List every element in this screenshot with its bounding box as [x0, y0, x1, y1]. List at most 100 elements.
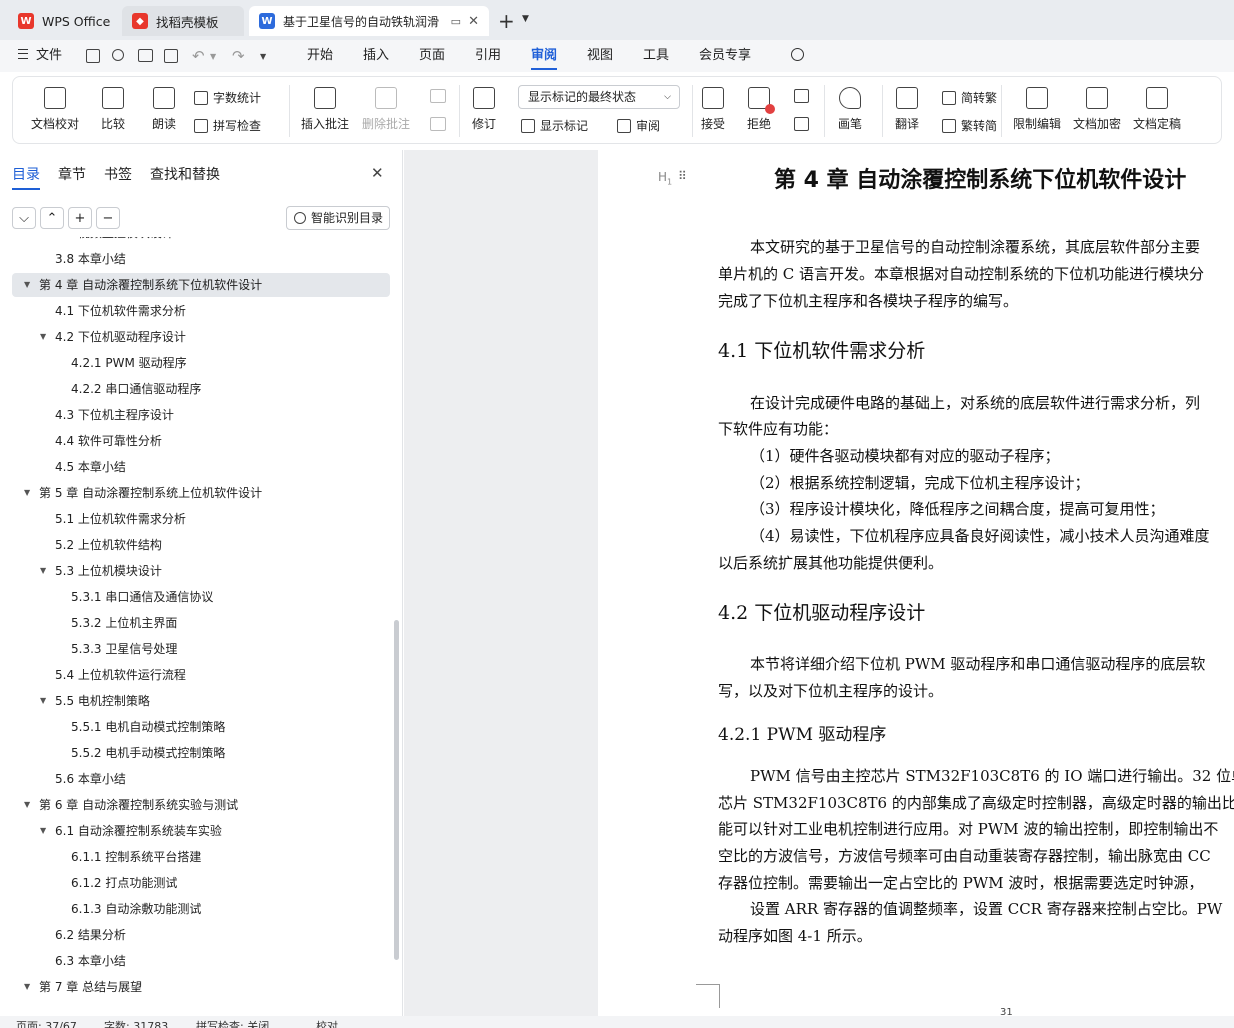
expand-arrow-icon[interactable]: ▼ [24, 481, 30, 505]
add-toc-button[interactable]: + [68, 207, 92, 229]
expand-up-button[interactable]: ⌃ [40, 207, 64, 229]
collapse-button[interactable]: ⌵ [12, 207, 36, 229]
show-markup-button[interactable]: 显示标记 [521, 117, 588, 134]
toc-item[interactable]: 6.1.3 自动涂敷功能测试 [12, 897, 390, 921]
panel-tab-chapter[interactable]: 章节 [58, 164, 86, 184]
draw-button[interactable]: 画笔 [838, 87, 862, 132]
toc-item[interactable]: 5.5.2 电机手动模式控制策略 [12, 741, 390, 765]
toc-item[interactable]: 4.4 软件可靠性分析 [12, 429, 390, 453]
toc-item[interactable]: 5.3.1 串口通信及通信协议 [12, 585, 390, 609]
revise-button[interactable]: 修订 [472, 87, 496, 132]
document-page[interactable]: H1 ⠿ 第 4 章 自动涂覆控制系统下位机软件设计 本文研究的基于卫星信号的自… [598, 150, 1234, 1016]
toc-item[interactable]: 5.4 上位机软件运行流程 [12, 663, 390, 687]
hamburger-icon[interactable] [18, 49, 28, 59]
to-simp-button[interactable]: 繁转简 [942, 117, 997, 134]
toc-item[interactable]: ▼ 4.2 下位机驱动程序设计 [12, 325, 390, 349]
toc-item[interactable]: 5.3.3 卫星信号处理 [12, 637, 390, 661]
toc-item[interactable]: ▼ 5.5 电机控制策略 [12, 689, 390, 713]
read-aloud-button[interactable]: 朗读 [152, 87, 176, 132]
delete-comment-button[interactable]: 删除批注 [362, 87, 410, 132]
word-count-status[interactable]: 字数: 31783 [104, 1018, 168, 1028]
menu-review[interactable]: 审阅 [531, 40, 558, 72]
file-menu[interactable]: 文件 [36, 40, 62, 72]
to-trad-button[interactable]: 简转繁 [942, 89, 997, 106]
remove-toc-button[interactable]: − [96, 207, 120, 229]
toc-item[interactable]: 5.1 上位机软件需求分析 [12, 507, 390, 531]
toc-item[interactable]: 6.3 本章小结 [12, 949, 390, 973]
translate-button[interactable]: 翻译 [895, 87, 919, 132]
page-status[interactable]: 页面: 37/67 [16, 1018, 77, 1028]
prev-change-icon[interactable] [794, 89, 809, 103]
next-comment-icon[interactable] [430, 117, 446, 131]
share-icon[interactable] [112, 49, 124, 61]
tab-document[interactable]: W 基于卫星信号的自动铁轨润滑 ▭ ✕ [249, 6, 489, 36]
toc-item[interactable]: 6.1.1 控制系统平台搭建 [12, 845, 390, 869]
toc-item[interactable]: ▼ 第 4 章 自动涂覆控制系统下位机软件设计 [12, 273, 390, 297]
menu-tools[interactable]: 工具 [643, 40, 669, 72]
spell-check-button[interactable]: 拼写检查 [194, 117, 261, 134]
prev-comment-icon[interactable] [430, 89, 446, 103]
toc-item[interactable]: 4.5 本章小结 [12, 455, 390, 479]
expand-arrow-icon[interactable]: ▼ [40, 325, 46, 349]
save-icon[interactable] [86, 49, 100, 63]
tab-list-chevron-icon[interactable]: ▼ [522, 14, 529, 24]
menu-reference[interactable]: 引用 [475, 40, 501, 72]
menu-member[interactable]: 会员专享 [699, 40, 751, 72]
redo-icon[interactable]: ↷ [232, 47, 245, 65]
toc-item[interactable]: 6.1.2 打点功能测试 [12, 871, 390, 895]
toc-item[interactable]: 5.5.1 电机自动模式控制策略 [12, 715, 390, 739]
new-tab-button[interactable]: + [498, 9, 515, 33]
expand-arrow-icon[interactable]: ▼ [40, 689, 46, 713]
more-chevron-icon[interactable]: ▼ [260, 52, 266, 61]
toc-item[interactable]: 5.6 本章小结 [12, 767, 390, 791]
menu-view[interactable]: 视图 [587, 40, 613, 72]
compare-button[interactable]: 比较 [101, 87, 125, 132]
menu-insert[interactable]: 插入 [363, 40, 389, 72]
tab-wps-office[interactable]: W WPS Office [8, 6, 118, 36]
search-icon[interactable] [791, 48, 804, 61]
undo-icon[interactable]: ↶ [192, 47, 205, 65]
expand-arrow-icon[interactable]: ▼ [40, 819, 46, 843]
toc-item[interactable]: 3.8 本章小结 [12, 247, 390, 271]
markup-state-select[interactable]: 显示标记的最终状态 ⌵ [518, 85, 680, 109]
word-count-button[interactable]: 字数统计 [194, 89, 261, 106]
toc-item[interactable]: 4.1 下位机软件需求分析 [12, 299, 390, 323]
accept-button[interactable]: 接受 [701, 87, 725, 132]
toc-item[interactable]: ▼ 5.3 上位机模块设计 [12, 559, 390, 583]
toc-item[interactable]: 4.2.1 PWM 驱动程序 [12, 351, 390, 375]
smart-toc-button[interactable]: 智能识别目录 [286, 206, 390, 230]
review-pane-button[interactable]: 审阅 [617, 117, 660, 134]
print-icon[interactable] [138, 49, 153, 62]
spell-check-status[interactable]: 拼写检查: 关闭 [196, 1018, 269, 1028]
next-change-icon[interactable] [794, 117, 809, 131]
toc-item[interactable]: ▼ 第 5 章 自动涂覆控制系统上位机软件设计 [12, 481, 390, 505]
expand-arrow-icon[interactable]: ▼ [24, 273, 30, 297]
toc-item[interactable]: 3.7 视频监控模块设计 [12, 237, 390, 245]
expand-arrow-icon[interactable]: ▼ [40, 559, 46, 583]
toc-item[interactable]: 5.2 上位机软件结构 [12, 533, 390, 557]
proof-status[interactable]: 校对 [316, 1018, 338, 1028]
toc-scrollbar[interactable] [394, 620, 399, 960]
panel-tab-toc[interactable]: 目录 [12, 164, 40, 190]
undo-chevron-icon[interactable]: ▼ [210, 52, 216, 61]
encrypt-button[interactable]: 文档加密 [1073, 87, 1121, 132]
toc-item[interactable]: 6.2 结果分析 [12, 923, 390, 947]
toc-item[interactable]: ▼ 6.1 自动涂覆控制系统装车实验 [12, 819, 390, 843]
toc-item[interactable]: ▼ 第 6 章 自动涂覆控制系统实验与测试 [12, 793, 390, 817]
drag-handle-icon[interactable]: ⠿ [678, 169, 687, 183]
heading-marker-icon[interactable]: H1 [658, 170, 672, 186]
toc-item[interactable]: 5.3.2 上位机主界面 [12, 611, 390, 635]
toc-item[interactable]: 4.2.2 串口通信驱动程序 [12, 377, 390, 401]
panel-tab-find-replace[interactable]: 查找和替换 [150, 164, 220, 184]
menu-page[interactable]: 页面 [419, 40, 445, 72]
expand-arrow-icon[interactable]: ▼ [24, 975, 30, 999]
panel-tab-bookmark[interactable]: 书签 [104, 164, 132, 184]
toc-item[interactable]: ▼ 第 7 章 总结与展望 [12, 975, 390, 999]
print-preview-icon[interactable] [164, 49, 178, 63]
doc-check-button[interactable]: 文档校对 [31, 87, 79, 132]
reject-button[interactable]: 拒绝 [747, 87, 775, 132]
tab-template[interactable]: ◆ 找稻壳模板 [122, 6, 244, 36]
insert-comment-button[interactable]: 插入批注 [301, 87, 349, 132]
toc-item[interactable]: 4.3 下位机主程序设计 [12, 403, 390, 427]
close-panel-icon[interactable]: ✕ [371, 164, 384, 182]
